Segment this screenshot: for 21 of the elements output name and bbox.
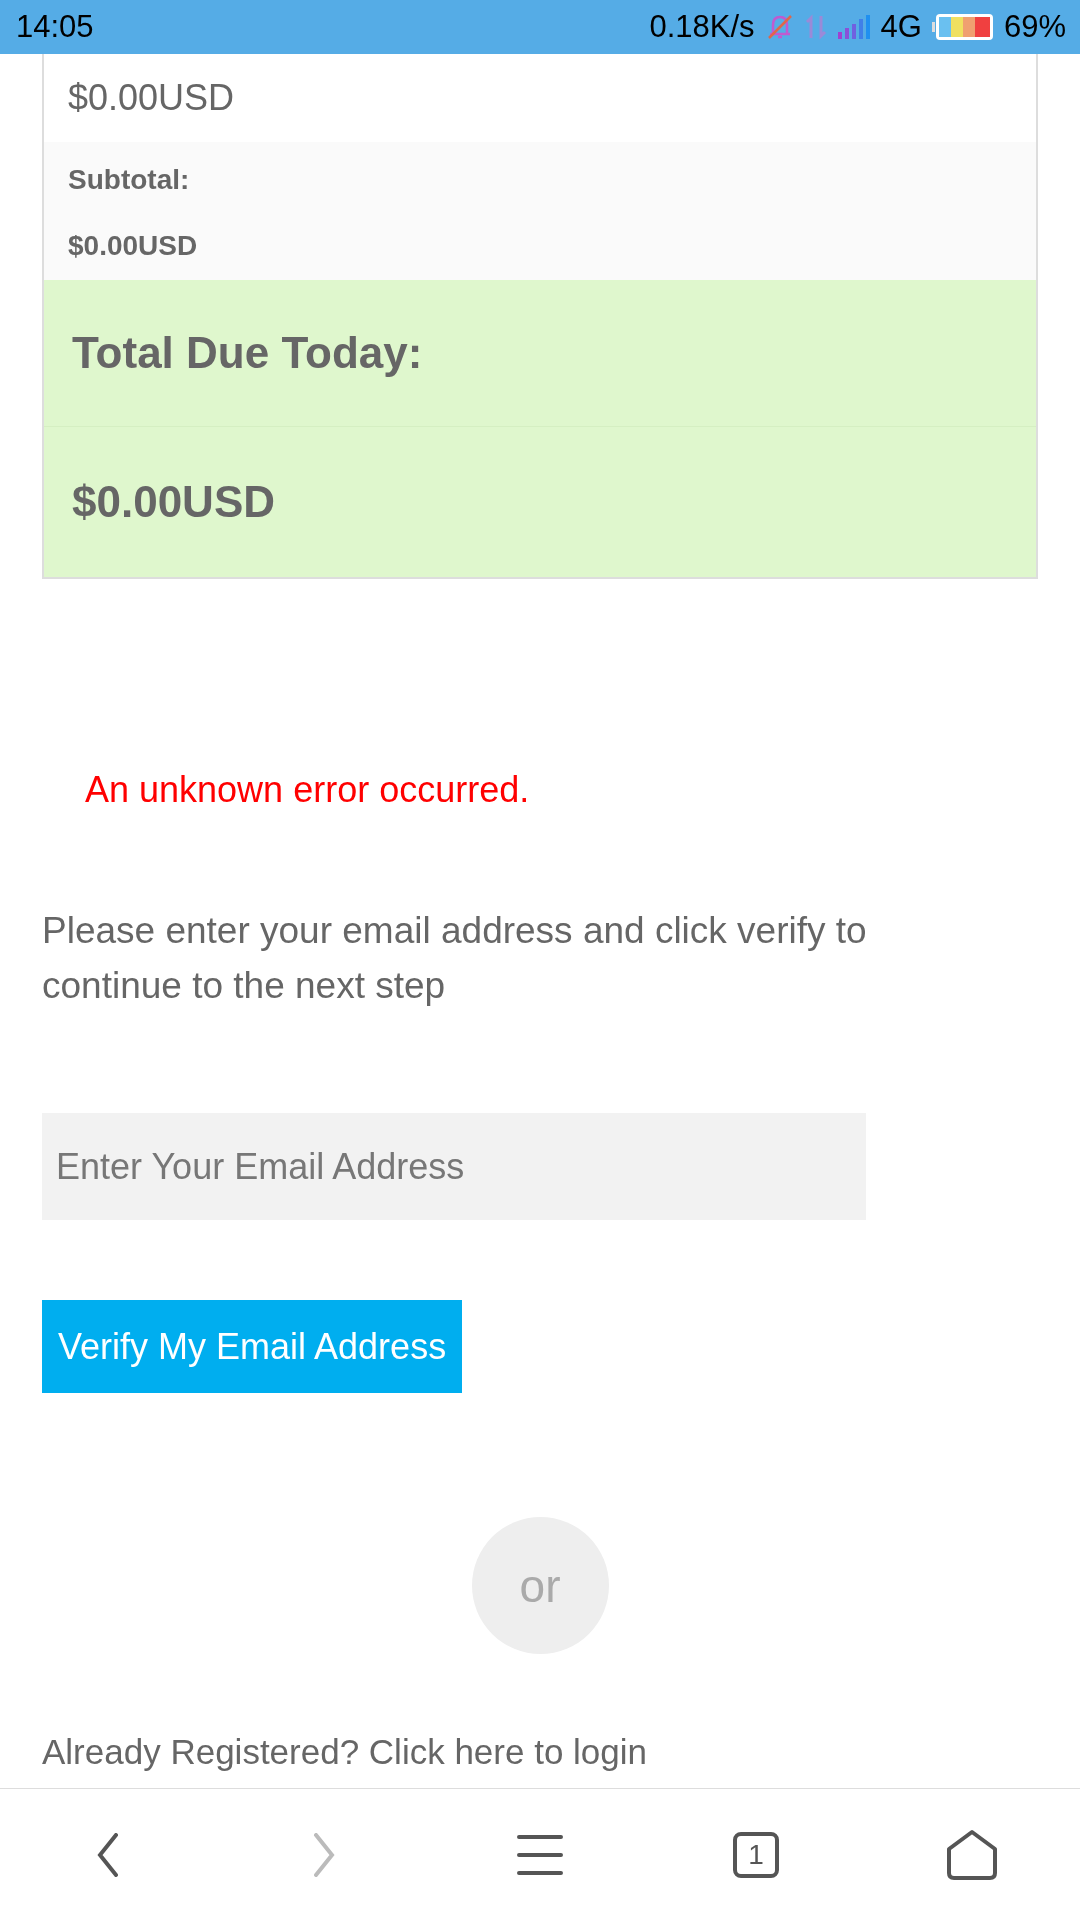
login-link[interactable]: Already Registered? Click here to login <box>42 1732 1080 1772</box>
network-speed: 0.18K/s <box>649 9 755 45</box>
total-value: $0.00USD <box>44 426 1036 577</box>
subtotal-label: Subtotal: <box>68 164 191 196</box>
clock: 14:05 <box>16 9 94 45</box>
line-item-price: $0.00USD <box>68 77 235 119</box>
battery-icon <box>931 13 994 41</box>
data-arrows-icon <box>804 14 827 40</box>
house-icon <box>945 1828 999 1881</box>
menu-icon <box>517 1832 563 1877</box>
total-label: Total Due Today: <box>71 327 424 379</box>
battery-level: 69% <box>1003 9 1066 45</box>
instructions: Please enter your email address and click verify to continue to the next step <box>42 909 868 1008</box>
signal-icon <box>836 14 871 40</box>
tabs-button[interactable]: 1 <box>716 1814 796 1895</box>
error-message: An unknown error occurred. <box>85 769 531 811</box>
network-type: 4G <box>880 9 922 45</box>
chevron-left-icon <box>96 1832 120 1877</box>
chevron-right-icon <box>312 1832 336 1877</box>
subtotal-value: $0.00USD <box>68 230 199 262</box>
email-field[interactable]: Enter Your Email Address <box>42 1113 866 1220</box>
